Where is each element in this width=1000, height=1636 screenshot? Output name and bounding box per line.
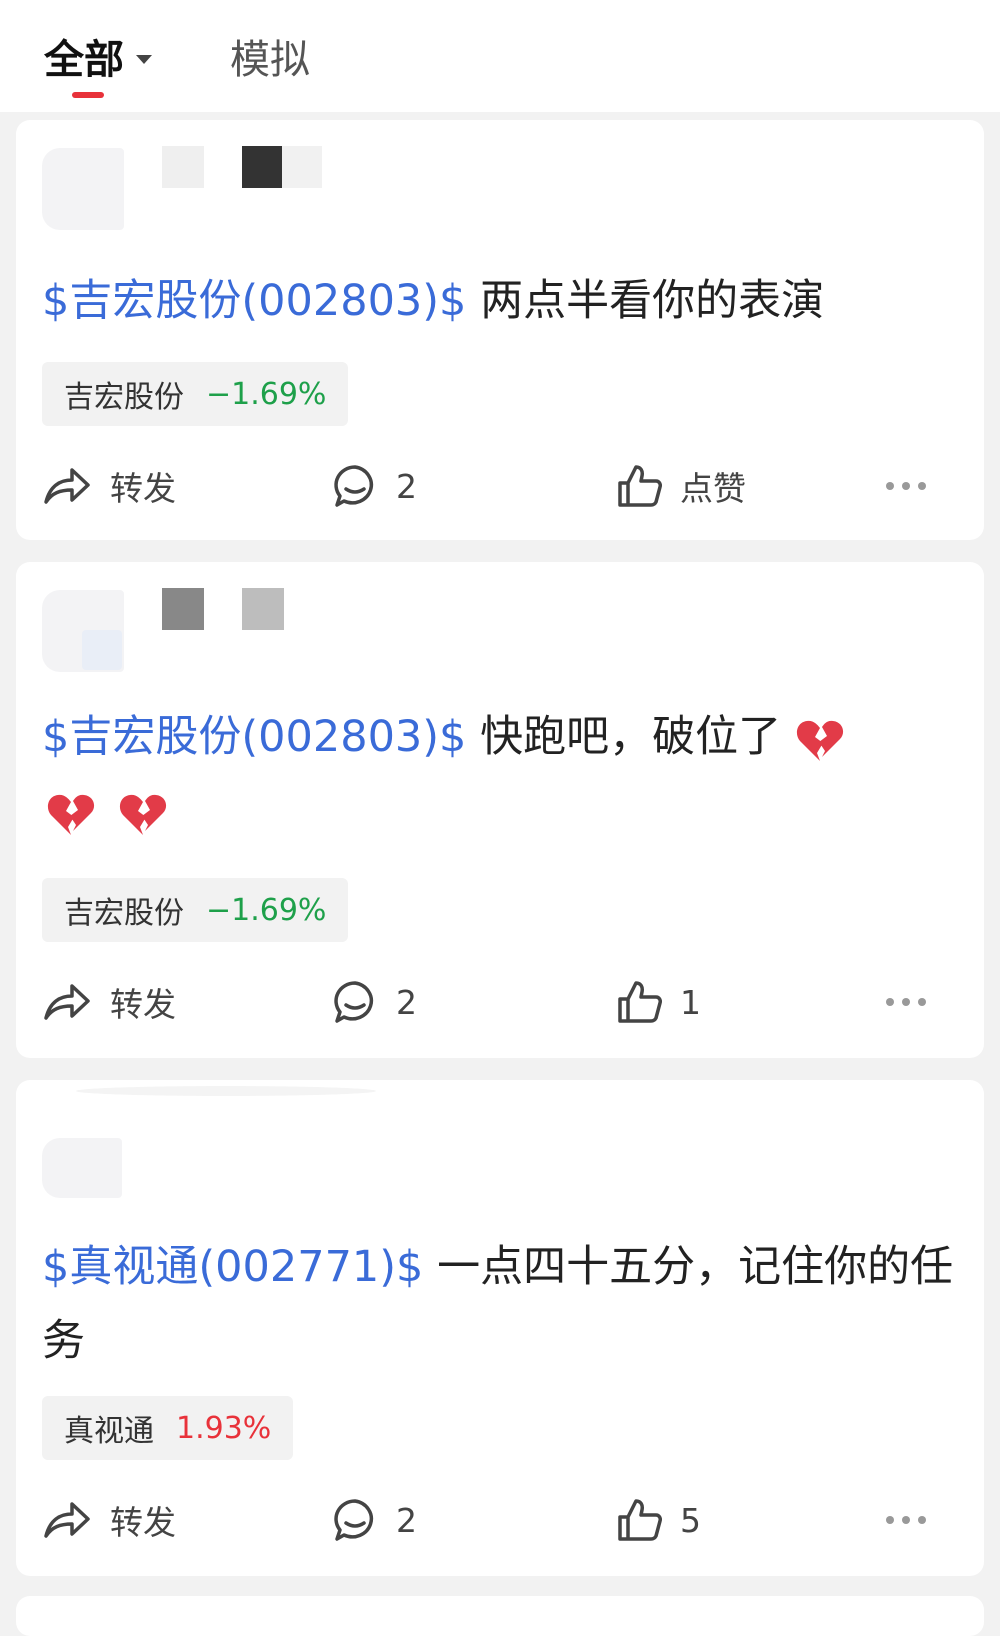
tab-active-indicator bbox=[72, 92, 104, 98]
share-icon bbox=[44, 468, 90, 504]
stock-chip-change: −1.69% bbox=[206, 892, 327, 928]
share-icon bbox=[44, 1502, 90, 1538]
avatar[interactable] bbox=[42, 148, 124, 230]
comment-button[interactable]: 2 bbox=[332, 456, 417, 516]
stock-chip-name: 吉宏股份 bbox=[64, 896, 184, 931]
comment-count: 2 bbox=[396, 1500, 417, 1540]
post-text: 快跑吧，破位了 bbox=[466, 712, 782, 762]
post-content[interactable]: $吉宏股份(002803)$ 两点半看你的表演 bbox=[42, 264, 962, 338]
username-obscured bbox=[242, 146, 284, 188]
thumbs-up-icon bbox=[618, 1499, 662, 1541]
comment-button[interactable]: 2 bbox=[332, 1490, 417, 1550]
broken-heart-icon bbox=[119, 794, 166, 835]
stock-chip-name: 真视通 bbox=[64, 1414, 154, 1449]
post-card[interactable]: $吉宏股份(002803)$ 快跑吧，破位了 吉宏股份 −1.69% 转发 2 … bbox=[16, 562, 984, 1058]
share-label: 转发 bbox=[110, 1503, 176, 1542]
action-bar: 转发 2 点赞 bbox=[16, 456, 984, 516]
more-options-button[interactable] bbox=[886, 456, 926, 516]
username-obscured bbox=[76, 1086, 376, 1096]
broken-heart-icon bbox=[796, 720, 843, 761]
like-count: 5 bbox=[680, 1500, 701, 1540]
username-obscured bbox=[162, 146, 204, 188]
top-tab-bar: 全部 模拟 bbox=[0, 0, 1000, 112]
stock-chip-change: 1.93% bbox=[176, 1410, 272, 1446]
comment-icon bbox=[334, 981, 374, 1023]
stock-link[interactable]: $吉宏股份(002803)$ bbox=[42, 276, 466, 326]
share-button[interactable]: 转发 bbox=[42, 972, 176, 1032]
more-options-button[interactable] bbox=[886, 1490, 926, 1550]
more-options-button[interactable] bbox=[886, 972, 926, 1032]
comment-icon bbox=[334, 465, 374, 507]
chevron-down-icon[interactable] bbox=[136, 54, 152, 64]
tab-all-label: 全部 bbox=[44, 37, 124, 83]
more-dots-icon bbox=[886, 482, 926, 490]
comment-count: 2 bbox=[396, 982, 417, 1022]
like-button[interactable]: 点赞 bbox=[616, 456, 746, 516]
post-text: 两点半看你的表演 bbox=[466, 276, 825, 326]
avatar[interactable] bbox=[42, 590, 124, 672]
stock-chip-change: −1.69% bbox=[206, 376, 327, 412]
share-button[interactable]: 转发 bbox=[42, 1490, 176, 1550]
share-icon bbox=[44, 984, 90, 1020]
share-button[interactable]: 转发 bbox=[42, 456, 176, 516]
stock-chip[interactable]: 真视通 1.93% bbox=[42, 1396, 294, 1460]
avatar[interactable] bbox=[42, 1138, 122, 1198]
tab-simulation-label: 模拟 bbox=[230, 37, 310, 83]
stock-chip[interactable]: 吉宏股份 −1.69% bbox=[42, 362, 349, 426]
thumbs-up-icon bbox=[618, 981, 662, 1023]
action-bar: 转发 2 5 bbox=[16, 1490, 984, 1550]
post-content[interactable]: $真视通(002771)$ 一点四十五分，记住你的任务 bbox=[42, 1230, 962, 1378]
comment-icon bbox=[334, 1499, 374, 1541]
stock-chip[interactable]: 吉宏股份 −1.69% bbox=[42, 878, 349, 942]
like-button[interactable]: 1 bbox=[616, 972, 701, 1032]
username-obscured bbox=[242, 588, 284, 630]
action-bar: 转发 2 1 bbox=[16, 972, 984, 1032]
like-count: 1 bbox=[680, 982, 701, 1022]
share-label: 转发 bbox=[110, 985, 176, 1024]
post-card[interactable]: $真视通(002771)$ 一点四十五分，记住你的任务 真视通 1.93% 转发… bbox=[16, 1080, 984, 1576]
like-button[interactable]: 5 bbox=[616, 1490, 701, 1550]
stock-chip-name: 吉宏股份 bbox=[64, 380, 184, 415]
broken-heart-icon bbox=[47, 794, 95, 835]
post-card[interactable] bbox=[16, 1596, 984, 1636]
username-obscured bbox=[282, 146, 322, 188]
tab-all[interactable]: 全部 bbox=[44, 32, 152, 88]
thumbs-up-icon bbox=[618, 465, 662, 507]
stock-link[interactable]: $真视通(002771)$ bbox=[42, 1242, 423, 1292]
comment-button[interactable]: 2 bbox=[332, 972, 417, 1032]
more-dots-icon bbox=[886, 998, 926, 1006]
stock-link[interactable]: $吉宏股份(002803)$ bbox=[42, 712, 466, 762]
comment-count: 2 bbox=[396, 466, 417, 506]
share-label: 转发 bbox=[110, 469, 176, 508]
avatar-detail bbox=[82, 630, 122, 670]
post-content[interactable]: $吉宏股份(002803)$ 快跑吧，破位了 bbox=[42, 700, 962, 848]
tab-simulation[interactable]: 模拟 bbox=[230, 32, 310, 88]
username-obscured bbox=[162, 588, 204, 630]
like-label: 点赞 bbox=[680, 469, 746, 508]
more-dots-icon bbox=[886, 1516, 926, 1524]
post-card[interactable]: $吉宏股份(002803)$ 两点半看你的表演 吉宏股份 −1.69% 转发 2… bbox=[16, 120, 984, 540]
